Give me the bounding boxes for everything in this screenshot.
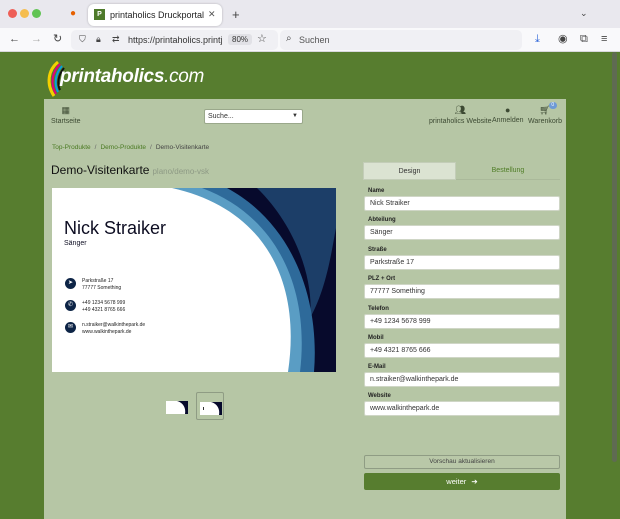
name-field[interactable]: Nick Straiker — [364, 196, 560, 211]
user-icon: ● — [505, 105, 511, 115]
browser-search-placeholder: Suchen — [299, 35, 330, 45]
nav-login-label: Anmelden — [492, 117, 524, 124]
nav-website[interactable]: 👥︎ printaholics Website — [429, 105, 492, 125]
tab-title: printaholics Druckportal — [110, 10, 205, 20]
nav-home-label: Startseite — [51, 118, 81, 125]
refresh-preview-button[interactable]: Vorschau aktualisieren — [364, 455, 560, 469]
card-name: Nick Straiker — [64, 218, 167, 238]
breadcrumb-demo-products[interactable]: Demo-Produkte — [100, 144, 146, 151]
bookmark-star-icon[interactable]: ☆ — [257, 34, 267, 45]
card-job: Sänger — [64, 240, 87, 247]
zip-city-field[interactable]: 77777 Something — [364, 284, 560, 299]
main-content: ▦ Startseite Suche... ▼ 👥︎ printaholics … — [44, 99, 566, 519]
thumbnail-back-image — [200, 402, 222, 415]
maximize-window-button[interactable] — [32, 9, 41, 18]
select-caret-icon: ▼ — [292, 113, 298, 119]
product-tabs: Design Bestellung — [363, 162, 560, 180]
mail-icon: ✉ — [65, 322, 76, 333]
page-scrollbar[interactable] — [612, 52, 617, 462]
url-text[interactable]: https://printaholics.printj — [128, 35, 223, 45]
minimize-window-button[interactable] — [20, 9, 29, 18]
url-bar[interactable]: ⛉ 🔒︎ ⇄ https://printaholics.printj 80% ☆ — [71, 30, 278, 50]
thumbnail-back[interactable] — [196, 392, 224, 420]
tab-design[interactable]: Design — [363, 162, 456, 180]
breadcrumb: Top-Produkte / Demo-Produkte / Demo-Visitenk… — [52, 144, 210, 151]
mobile-field[interactable]: +49 4321 8765 666 — [364, 343, 560, 358]
tab-list-chevron-icon[interactable]: ⌄ — [580, 9, 588, 18]
shield-icon[interactable]: ⛉ — [79, 35, 86, 44]
nav-website-label: printaholics Website — [429, 118, 492, 125]
firefox-icon[interactable]: ● — [70, 9, 76, 19]
field-label-department: Abteilung — [368, 217, 396, 223]
product-subtitle: plano/demo-vsk — [152, 167, 209, 176]
nav-home[interactable]: ▦ Startseite — [51, 105, 81, 125]
menu-icon[interactable]: ≡ — [601, 34, 607, 45]
lock-icon[interactable]: 🔒︎ — [96, 35, 101, 44]
new-tab-icon[interactable]: + — [232, 8, 240, 21]
website-field[interactable]: www.walkinthepark.de — [364, 401, 560, 416]
favicon-icon: P — [94, 9, 105, 20]
home-icon: ▦ — [61, 105, 71, 115]
field-label-phone: Telefon — [368, 306, 389, 312]
close-window-button[interactable] — [8, 9, 17, 18]
arrow-right-icon: ➔ — [471, 477, 478, 486]
street-field[interactable]: Parkstraße 17 — [364, 255, 560, 270]
users-icon: 👥︎ — [454, 105, 466, 115]
page-title: Demo-Visitenkarte plano/demo-vsk — [51, 163, 209, 177]
next-button-label: weiter — [446, 477, 467, 486]
thumbnail-front[interactable] — [163, 392, 191, 420]
field-label-email: E-Mail — [368, 364, 386, 370]
business-card-preview: Nick Straiker Sänger ➤ Parkstraße 17 7777… — [52, 188, 336, 372]
printaholics-logo[interactable]: printaholics.com — [44, 60, 214, 100]
nav-login[interactable]: ● Anmelden — [492, 105, 524, 124]
logo-text: printaholics.com — [60, 66, 205, 87]
breadcrumb-current: Demo-Visitenkarte — [155, 144, 210, 151]
account-icon[interactable]: ◉ — [558, 34, 568, 45]
cart-icon: 🛒︎ 0 — [539, 102, 557, 116]
reload-icon[interactable]: ↻ — [53, 34, 62, 45]
breadcrumb-top-products[interactable]: Top-Produkte — [52, 144, 91, 151]
product-title: Demo-Visitenkarte — [51, 163, 150, 177]
back-icon[interactable]: ← — [9, 34, 20, 45]
field-label-street: Straße — [368, 247, 387, 253]
cart-count-badge: 0 — [548, 102, 557, 109]
browser-tab-bar: ● P printaholics Druckportal ✕ + ⌄ — [0, 0, 620, 28]
page-background: printaholics.com ▦ Startseite Suche... ▼… — [0, 52, 620, 519]
nav-cart[interactable]: 🛒︎ 0 Warenkorb — [528, 102, 562, 125]
download-icon[interactable]: ⤓ — [535, 34, 540, 45]
location-icon: ➤ — [65, 278, 76, 289]
product-search-select[interactable]: Suche... ▼ — [204, 109, 303, 124]
next-button[interactable]: weiter ➔ — [364, 473, 560, 490]
field-label-website: Website — [368, 393, 391, 399]
department-field[interactable]: Sänger — [364, 225, 560, 240]
phone-field[interactable]: +49 1234 5678 999 — [364, 314, 560, 329]
field-label-zip-city: PLZ + Ort — [368, 276, 396, 282]
email-field[interactable]: n.straiker@walkinthepark.de — [364, 372, 560, 387]
permissions-icon[interactable]: ⇄ — [112, 35, 120, 44]
product-search-value: Suche... — [208, 113, 234, 120]
active-tab[interactable]: P printaholics Druckportal ✕ — [88, 4, 222, 26]
extensions-icon[interactable]: ⧉ — [580, 34, 588, 45]
thumbnail-front-image — [166, 401, 188, 414]
tab-close-icon[interactable]: ✕ — [208, 9, 216, 20]
tab-order[interactable]: Bestellung — [456, 162, 560, 180]
forward-icon[interactable]: → — [31, 34, 42, 45]
browser-search-field[interactable]: ⌕ Suchen — [280, 30, 522, 50]
zoom-level[interactable]: 80% — [228, 34, 253, 45]
nav-cart-label: Warenkorb — [528, 118, 562, 125]
search-icon: ⌕ — [286, 33, 292, 44]
phone-icon: ✆ — [65, 300, 76, 311]
field-label-name: Name — [368, 188, 385, 194]
field-label-mobile: Mobil — [368, 335, 384, 341]
browser-toolbar: ← → ↻ ⛉ 🔒︎ ⇄ https://printaholics.printj… — [0, 28, 620, 52]
